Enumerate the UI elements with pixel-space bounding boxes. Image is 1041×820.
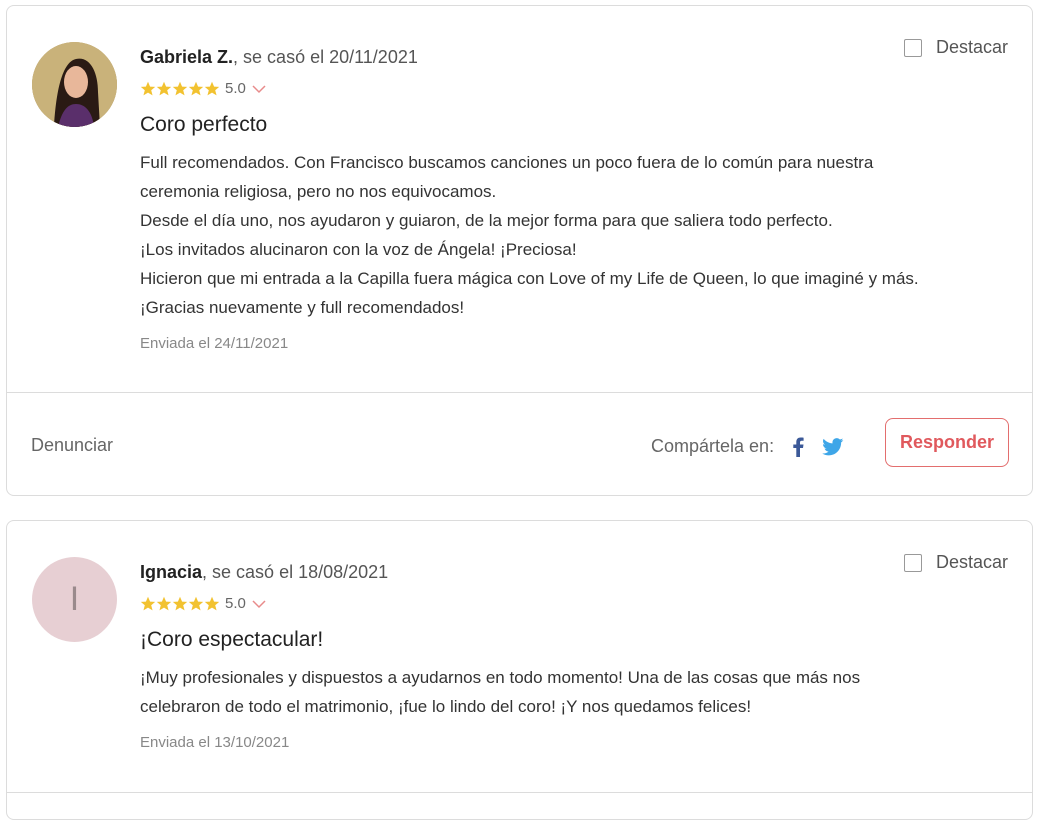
review-title: ¡Coro espectacular! (140, 628, 324, 651)
review-body-line: ceremonia religiosa, pero no nos equivoc… (140, 182, 497, 201)
star-icon (188, 81, 204, 95)
stars (140, 596, 220, 612)
review-body-line: Hicieron que mi entrada a la Capilla fue… (140, 269, 919, 288)
sent-date: Enviada el 13/10/2021 (140, 734, 290, 751)
star-icon (204, 81, 220, 95)
review-card: Gabriela Z., se casó el 20/11/2021 5.0 C… (6, 5, 1033, 496)
avatar-photo (32, 42, 117, 127)
feature-toggle[interactable]: Destacar (903, 37, 1008, 58)
stars (140, 81, 220, 97)
rating-value: 5.0 (225, 595, 246, 612)
review-body-line: ¡Los invitados alucinaron con la voz de … (140, 240, 577, 259)
review-body-line: Desde el día uno, nos ayudaron y guiaron… (140, 211, 833, 230)
star-icon (140, 596, 156, 610)
rating[interactable]: 5.0 (140, 595, 266, 612)
share-row: Compártela en: (651, 436, 844, 457)
review-body: Full recomendados. Con Francisco buscamo… (140, 148, 1020, 322)
avatar: I (32, 557, 117, 642)
star-icon (156, 81, 172, 95)
reviewer-name[interactable]: Ignacia (140, 562, 202, 582)
married-date: , se casó el 18/08/2021 (202, 562, 389, 582)
married-date: , se casó el 20/11/2021 (233, 47, 418, 67)
review-body: ¡Muy profesionales y dispuestos a ayudar… (140, 663, 1020, 721)
rating[interactable]: 5.0 (140, 80, 266, 97)
twitter-icon[interactable] (822, 437, 844, 456)
review-body-line: ¡Gracias nuevamente y full recomendados! (140, 298, 465, 317)
review-body-line: celebraron de todo el matrimonio, ¡fue l… (140, 697, 752, 716)
review-body-line: Full recomendados. Con Francisco buscamo… (140, 153, 874, 172)
chevron-down-icon[interactable] (252, 84, 266, 94)
reviewer-line: Gabriela Z., se casó el 20/11/2021 (140, 47, 418, 68)
feature-toggle[interactable]: Destacar (903, 552, 1008, 573)
review-card: I Ignacia, se casó el 18/08/2021 5.0 ¡Co… (6, 520, 1033, 820)
rating-value: 5.0 (225, 80, 246, 97)
reviewer-line: Ignacia, se casó el 18/08/2021 (140, 562, 388, 583)
divider (7, 392, 1032, 393)
checkbox-icon[interactable] (903, 38, 922, 57)
star-icon (172, 81, 188, 95)
share-label: Compártela en: (651, 436, 775, 456)
star-icon (188, 596, 204, 610)
star-icon (156, 596, 172, 610)
checkbox-icon[interactable] (903, 553, 922, 572)
avatar-initial: I (69, 580, 80, 618)
chevron-down-icon[interactable] (252, 599, 266, 609)
star-icon (140, 81, 156, 95)
sent-date: Enviada el 24/11/2021 (140, 335, 289, 352)
star-icon (172, 596, 188, 610)
report-link[interactable]: Denunciar (31, 435, 113, 456)
reply-button[interactable]: Responder (885, 418, 1009, 467)
feature-label: Destacar (935, 37, 1008, 57)
review-body-line: ¡Muy profesionales y dispuestos a ayudar… (140, 668, 861, 687)
reviewer-name[interactable]: Gabriela Z. (140, 47, 233, 67)
star-icon (204, 596, 220, 610)
feature-label: Destacar (935, 552, 1008, 572)
review-title: Coro perfecto (140, 113, 268, 136)
avatar (32, 42, 117, 127)
divider (7, 792, 1032, 793)
facebook-icon[interactable] (792, 437, 804, 457)
